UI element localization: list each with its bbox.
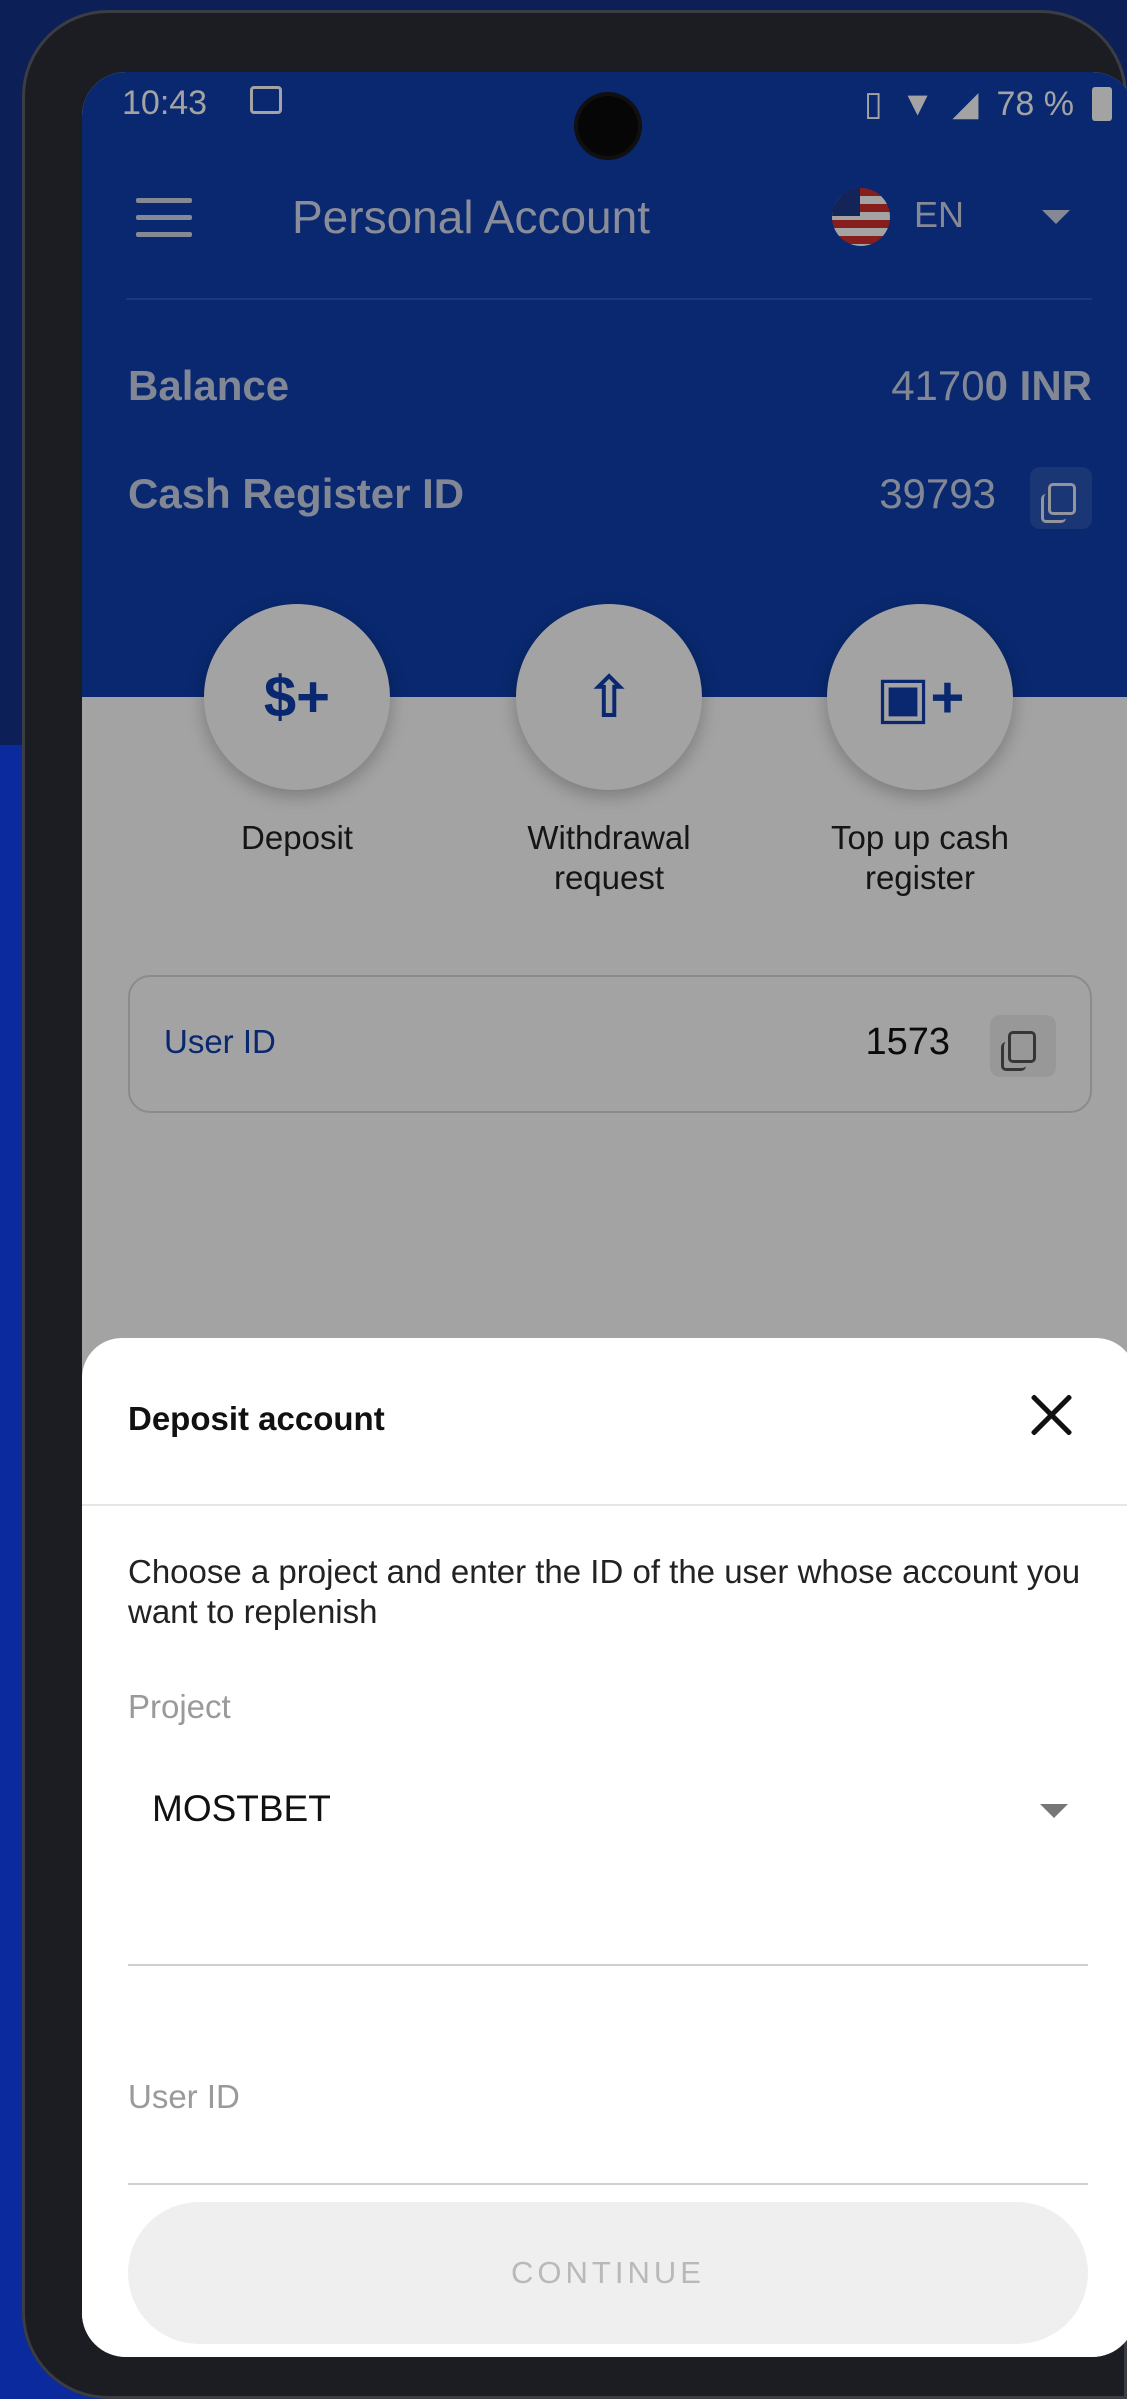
sheet-description: Choose a project and enter the ID of the…	[128, 1553, 1081, 1630]
chevron-down-icon[interactable]	[1040, 1804, 1068, 1818]
phone-frame: 10:43 ▯ ▼ ◢ 78 % Personal Account EN Bal…	[22, 10, 1127, 2399]
close-icon[interactable]	[1028, 1392, 1074, 1438]
project-select[interactable]: MOSTBET	[152, 1788, 331, 1830]
user-id-underline	[128, 2183, 1088, 2185]
deposit-bottom-sheet: Deposit account Choose a project and ent…	[82, 1338, 1127, 2357]
phone-screen: 10:43 ▯ ▼ ◢ 78 % Personal Account EN Bal…	[82, 72, 1127, 2357]
user-id-input[interactable]: User ID	[128, 2078, 240, 2116]
sheet-divider	[82, 1504, 1127, 1506]
sheet-title: Deposit account	[128, 1400, 385, 1437]
continue-button[interactable]: CONTINUE	[128, 2202, 1088, 2344]
project-label: Project	[128, 1688, 231, 1725]
project-underline	[128, 1964, 1088, 1966]
